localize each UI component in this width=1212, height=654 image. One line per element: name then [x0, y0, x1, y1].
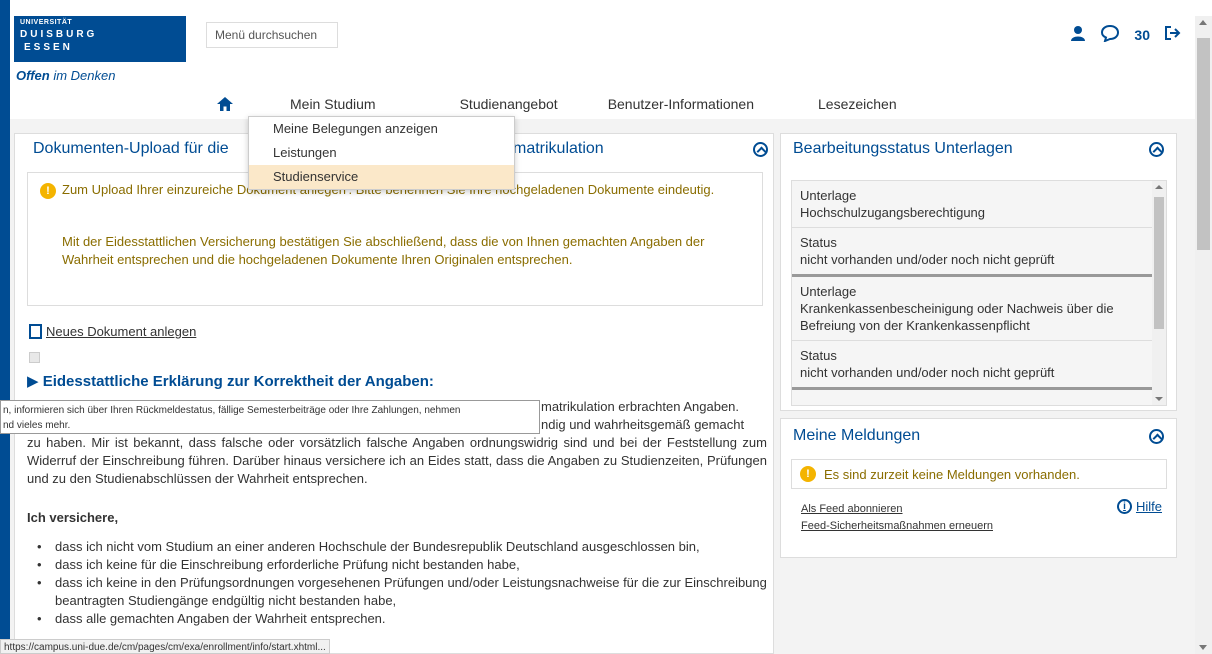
nav-studienangebot[interactable]: Studienangebot	[460, 96, 558, 112]
left-accent-bar	[0, 0, 10, 654]
user-icon[interactable]	[1070, 25, 1086, 44]
status-row-label: Status	[800, 348, 837, 363]
scroll-up-icon[interactable]	[1155, 185, 1163, 189]
status-row-label: Status	[800, 235, 837, 250]
status-list: Unterlage Hochschulzugangsberechtigung S…	[791, 180, 1167, 406]
nav-mein-studium[interactable]: Mein Studium	[290, 96, 376, 112]
scroll-up-icon[interactable]	[1199, 20, 1207, 25]
menu-tooltip: n, informieren sich über Ihren Rückmelde…	[0, 400, 540, 434]
list-item: dass ich keine für die Einschreibung erf…	[27, 556, 767, 574]
scroll-down-icon[interactable]	[1155, 397, 1163, 401]
status-row: Status nicht vorhanden und/oder noch nic…	[792, 341, 1166, 390]
status-row-label: Unterlage	[800, 188, 857, 203]
versichere-label: Ich versichere,	[27, 510, 119, 525]
main-navigation: Mein Studium Studienangebot Benutzer-Inf…	[200, 89, 990, 119]
feed-links: Als Feed abonnieren Feed-Sicherheitsmaßn…	[801, 501, 993, 535]
status-row: Unterlage Hochschulzugangsberechtigung	[792, 181, 1166, 228]
messages-panel: Meine Meldungen ! Es sind zurzeit keine …	[780, 418, 1177, 558]
messages-empty-box: ! Es sind zurzeit keine Meldungen vorhan…	[791, 459, 1167, 489]
status-row-value: nicht vorhanden und/oder noch nicht gepr…	[800, 252, 1055, 267]
scroll-thumb[interactable]	[1154, 197, 1164, 329]
tooltip-line-2: nd vieles mehr.	[3, 420, 71, 431]
browser-status-bar: https://campus.uni-due.de/cm/pages/cm/ex…	[0, 639, 330, 654]
affirmation-list: dass ich nicht vom Studium an einer ande…	[27, 538, 767, 628]
menu-item-belegungen[interactable]: Meine Belegungen anzeigen	[249, 117, 514, 141]
status-row-label: Unterlage	[800, 284, 857, 299]
status-panel-title: Bearbeitungsstatus Unterlagen	[793, 140, 1013, 157]
affidavit-text-partial-1: matrikulation erbrachten Angaben.	[541, 399, 740, 414]
message-count[interactable]: 30	[1134, 27, 1150, 43]
info-box: ! Zum Upload Ihrer einzureiche Dokument …	[27, 172, 763, 306]
warning-icon: !	[800, 466, 816, 482]
nav-lesezeichen[interactable]: Lesezeichen	[818, 96, 897, 112]
page: { "logo": { "line1": "UNIVERSITÄT", "lin…	[0, 0, 1212, 654]
panel-title-left: Dokumenten-Upload für die	[33, 140, 229, 157]
messages-empty-text: Es sind zurzeit keine Meldungen vorhande…	[824, 466, 1080, 482]
affirmation-checkbox[interactable]	[29, 352, 40, 363]
logo-line-1: UNIVERSITÄT	[20, 19, 73, 26]
tooltip-line-1: n, informieren sich über Ihren Rückmelde…	[3, 405, 461, 416]
help-link[interactable]: i Hilfe	[1116, 499, 1162, 514]
scroll-thumb[interactable]	[1197, 38, 1210, 250]
page-scrollbar[interactable]	[1195, 16, 1212, 654]
menu-item-studienservice[interactable]: Studienservice	[249, 165, 514, 189]
home-icon[interactable]	[200, 96, 250, 112]
document-status-panel: Bearbeitungsstatus Unterlagen Unterlage …	[780, 133, 1177, 411]
header-actions: 30	[1070, 24, 1182, 45]
new-document-link[interactable]: Neues Dokument anlegen	[29, 324, 196, 339]
status-row-value: Krankenkassenbescheinigung oder Nachweis…	[800, 301, 1114, 333]
affidavit-text-partial-2: ndig und wahrheitsgemäß gemacht	[541, 417, 745, 432]
status-row: Unterlage Krankenkassenbescheinigung ode…	[792, 277, 1166, 341]
feed-subscribe-link[interactable]: Als Feed abonnieren	[801, 501, 993, 518]
menu-search-label: Menü durchsuchen	[215, 28, 318, 42]
tagline-rest: im Denken	[53, 68, 116, 83]
university-logo[interactable]: UNIVERSITÄT DUISBURG ESSEN	[14, 16, 186, 62]
status-row-value: Hochschulzugangsberechtigung	[800, 205, 986, 220]
info-icon: i	[1116, 499, 1132, 514]
affidavit-heading-text: Eidesstattliche Erklärung zur Korrekthei…	[42, 373, 434, 390]
scroll-down-icon[interactable]	[1199, 645, 1207, 650]
logout-icon[interactable]	[1164, 25, 1182, 44]
feed-security-link[interactable]: Feed-Sicherheitsmaßnahmen erneuern	[801, 518, 993, 535]
messages-panel-collapse-icon[interactable]	[1149, 429, 1164, 444]
list-item: dass alle gemachten Angaben der Wahrheit…	[27, 610, 767, 628]
nav-benutzer-informationen[interactable]: Benutzer-Informationen	[608, 96, 754, 112]
tagline-bold: Offen	[16, 68, 50, 83]
mein-studium-dropdown: Meine Belegungen anzeigen Leistungen Stu…	[248, 116, 515, 190]
menu-search-input[interactable]: Menü durchsuchen	[206, 22, 338, 48]
tagline: Offen im Denken	[16, 68, 115, 83]
new-document-label: Neues Dokument anlegen	[46, 324, 197, 339]
menu-item-leistungen[interactable]: Leistungen	[249, 141, 514, 165]
status-row-value: nicht vorhanden und/oder noch nicht gepr…	[800, 365, 1055, 380]
logo-line-2: DUISBURG	[20, 29, 98, 40]
list-item: dass ich keine in den Prüfungsordnungen …	[27, 574, 767, 610]
list-item: dass ich nicht vom Studium an einer ande…	[27, 538, 767, 556]
affidavit-heading[interactable]: ▶ Eidesstattliche Erklärung zur Korrekth…	[27, 372, 434, 390]
status-panel-collapse-icon[interactable]	[1149, 142, 1164, 157]
status-list-scrollbar[interactable]	[1152, 181, 1166, 405]
help-label: Hilfe	[1135, 499, 1162, 514]
status-row: Status nicht vorhanden und/oder noch nic…	[792, 228, 1166, 277]
chat-bubble-icon[interactable]	[1100, 24, 1120, 45]
messages-panel-title: Meine Meldungen	[793, 427, 921, 444]
affidavit-text: zu haben. Mir ist bekannt, dass falsche …	[27, 435, 767, 486]
logo-line-3: ESSEN	[24, 42, 73, 53]
info-text-2: Mit der Eidesstattlichen Versicherung be…	[62, 234, 705, 267]
panel-title-right: matrikulation	[513, 140, 604, 157]
add-document-icon	[29, 324, 42, 339]
expand-triangle-icon: ▶	[27, 373, 39, 390]
upload-panel-collapse-icon[interactable]	[753, 142, 768, 157]
warning-icon: !	[40, 183, 56, 199]
document-upload-panel: Dokumenten-Upload für die matrikulation …	[14, 133, 774, 654]
